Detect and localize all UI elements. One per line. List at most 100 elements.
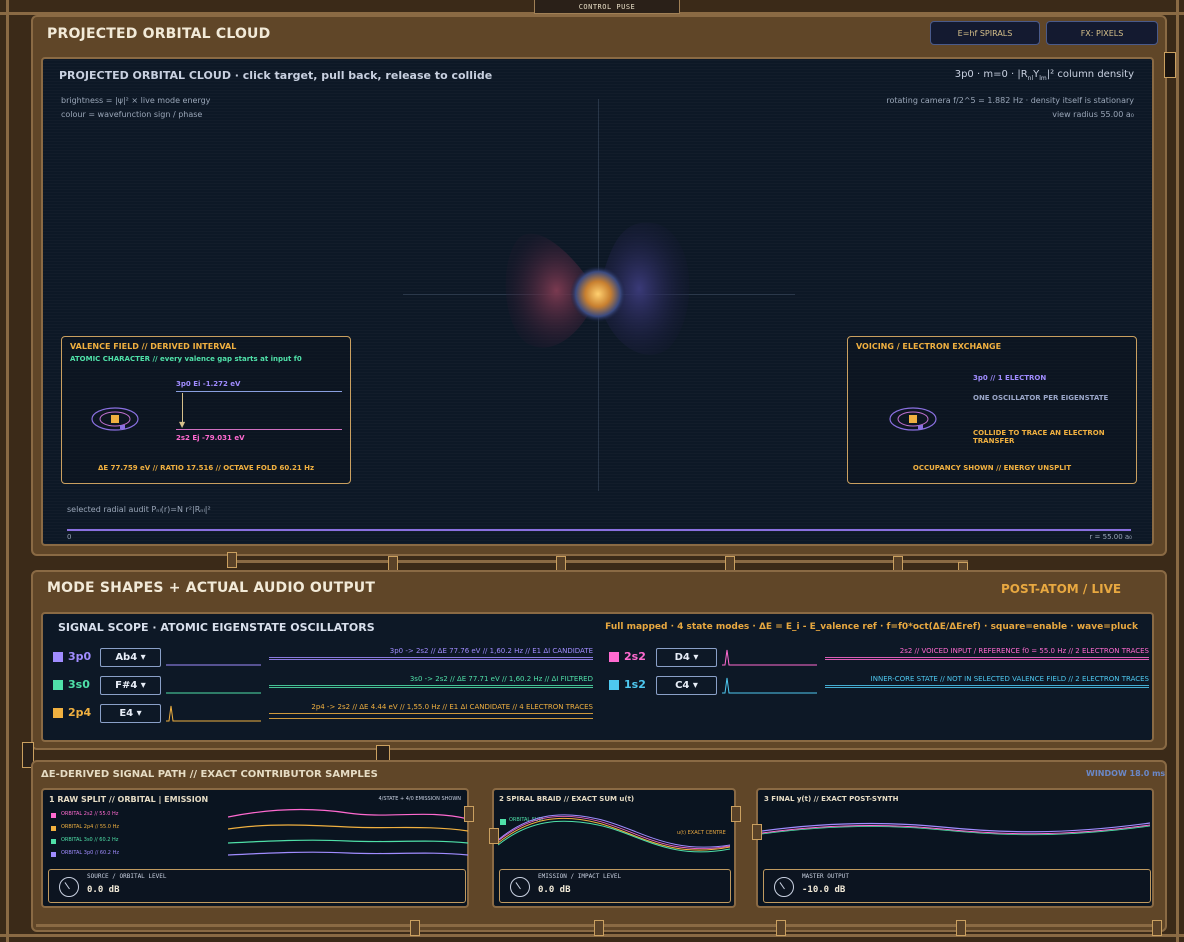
master-knob-value: -10.0 dB (802, 885, 846, 895)
background-wire (1176, 0, 1179, 942)
spiral-braid-panel: 2 SPIRAL BRAID // EXACT SUM u(t) ORBITAL… (492, 788, 736, 908)
raw-title: 1 RAW SPLIT // ORBITAL | EMISSION (49, 795, 209, 804)
scope-title: SIGNAL SCOPE · ATOMIC EIGENSTATE OSCILLA… (58, 621, 375, 634)
emission-knob-label: EMISSION / IMPACT LEVEL (538, 873, 622, 880)
mode-label-3p0: 3p0 (68, 650, 92, 663)
connector-peg (956, 920, 966, 936)
orbital-core (570, 266, 626, 322)
radial-audit-line (67, 529, 1131, 531)
final-title: 3 FINAL y(t) // EXACT POST-SYNTH (764, 795, 899, 803)
mode-trace (825, 685, 1149, 688)
spiral-centre: u(t) EXACT CENTRE (677, 830, 726, 836)
source-knob-label: SOURCE / ORBITAL LEVEL (87, 873, 167, 880)
voicing-title: VOICING / ELECTRON EXCHANGE (856, 342, 1002, 351)
valence-lower-label: 2s2 Ej -79.031 eV (176, 434, 245, 442)
mode-trace (269, 713, 593, 719)
density-text: 3p0 · m=0 · |R (954, 69, 1028, 80)
radial-axis-max: r = 55.00 a₀ (1089, 533, 1132, 541)
voicing-line4: OCCUPANCY SHOWN // ENERGY UNSPLIT (912, 464, 1072, 472)
mode-annotation: INNER-CORE STATE // NOT IN SELECTED VALE… (870, 675, 1149, 683)
raw-legend-swatch (51, 826, 56, 831)
note-select-3p0[interactable]: Ab4 ▾ (100, 648, 161, 667)
mini-scope (166, 705, 261, 722)
control-tab[interactable]: CONTROL PUSE (534, 0, 680, 14)
voicing-line3: COLLIDE TO TRACE AN ELECTRON TRANSFER (973, 429, 1105, 445)
background-wire (0, 934, 1184, 937)
raw-legend-swatch (51, 852, 56, 857)
valence-subtitle: ATOMIC CHARACTER // every valence gap st… (70, 355, 302, 363)
note-select-2s2[interactable]: D4 ▾ (656, 648, 717, 667)
voicing-line2: ONE OSCILLATOR PER EIGENSTATE (973, 394, 1109, 402)
valence-upper-line (176, 391, 342, 392)
note-select-1s2[interactable]: C4 ▾ (656, 676, 717, 695)
final-output-panel: 3 FINAL y(t) // EXACT POST-SYNTH MASTER … (756, 788, 1154, 908)
orbital-viewport[interactable]: PROJECTED ORBITAL CLOUD · click target, … (41, 57, 1154, 546)
scope-info: Full mapped · 4 state modes · ΔE = E_i -… (605, 622, 1138, 632)
emission-level-knob[interactable] (510, 877, 530, 897)
valence-card: VALENCE FIELD // DERIVED INTERVAL ATOMIC… (61, 336, 351, 484)
path-title: ΔE-DERIVED SIGNAL PATH // EXACT CONTRIBU… (41, 769, 378, 780)
master-knob-label: MASTER OUTPUT (802, 873, 849, 880)
mini-scope (166, 664, 261, 666)
atom-icon (91, 407, 139, 431)
background-wire (6, 0, 9, 942)
orbital-header: PROJECTED ORBITAL CLOUD · click target, … (59, 69, 493, 82)
source-knob-slot: SOURCE / ORBITAL LEVEL 0.0 dB (48, 869, 466, 903)
mode-toggle-1s2[interactable] (609, 680, 619, 690)
mini-scope (166, 692, 261, 694)
mini-scope (722, 649, 817, 666)
note-select-3s0[interactable]: F#4 ▾ (100, 676, 161, 695)
connector-peg (410, 920, 420, 936)
raw-legend-swatch (51, 813, 56, 818)
valence-lower-line (176, 429, 342, 430)
connector-peg (731, 806, 741, 822)
mode-label-2p4: 2p4 (68, 706, 92, 719)
master-knob-slot: MASTER OUTPUT -10.0 dB (763, 869, 1151, 903)
mode-trace (825, 657, 1149, 660)
density-label: 3p0 · m=0 · |RnlYlm|² column density (955, 69, 1134, 82)
mode-trace (269, 685, 593, 688)
mode-toggle-3s0[interactable] (53, 680, 63, 690)
emission-knob-value: 0.0 dB (538, 885, 571, 895)
mode-toggle-2p4[interactable] (53, 708, 63, 718)
note-select-2p4[interactable]: E4 ▾ (100, 704, 161, 723)
connector-peg (752, 824, 762, 840)
raw-legend-label: ORBITAL 3s0 // 60.2 Hz (61, 837, 119, 843)
connector-wire (232, 560, 968, 563)
mode-label-1s2: 1s2 (624, 678, 646, 691)
source-knob-value: 0.0 dB (87, 885, 120, 895)
mode-toggle-2s2[interactable] (609, 652, 619, 662)
side-slot[interactable] (1164, 52, 1176, 78)
raw-legend-label: ORBITAL 2p4 // 55.0 Hz (61, 824, 119, 830)
spiral-title: 2 SPIRAL BRAID // EXACT SUM u(t) (499, 795, 635, 803)
modes-panel-title: MODE SHAPES + ACTUAL AUDIO OUTPUT (47, 580, 376, 596)
final-waves (762, 822, 1150, 836)
mode-annotation: 2s2 // VOICED INPUT / REFERENCE f0 = 55.… (899, 647, 1149, 655)
master-output-knob[interactable] (774, 877, 794, 897)
raw-split-panel: 1 RAW SPLIT // ORBITAL | EMISSION 4/STAT… (41, 788, 469, 908)
valence-summary: ΔE 77.759 eV // RATIO 17.516 // OCTAVE F… (97, 464, 315, 472)
raw-legend-swatch (51, 839, 56, 844)
radial-axis-min: 0 (67, 533, 72, 541)
raw-legend-label: ORBITAL 3p0 // 60.2 Hz (61, 850, 119, 856)
pixels-button[interactable]: FX: PIXELS (1046, 21, 1158, 45)
colour-note: colour = wavefunction sign / phase (61, 110, 203, 119)
valence-title: VALENCE FIELD // DERIVED INTERVAL (70, 342, 237, 351)
density-end: |² column density (1046, 69, 1134, 80)
raw-note: 4/STATE + 4/0 EMISSION SHOWN (378, 796, 461, 802)
control-tab-label: CONTROL PUSE (578, 2, 636, 11)
connector-peg (227, 552, 237, 568)
mode-toggle-3p0[interactable] (53, 652, 63, 662)
spirals-button[interactable]: E=hf SPIRALS (930, 21, 1040, 45)
voicing-line1: 3p0 // 1 ELECTRON (973, 374, 1047, 382)
mini-scope (722, 677, 817, 694)
orbital-cloud[interactable] (498, 209, 698, 369)
path-window: WINDOW 18.0 ms (1086, 769, 1166, 778)
orbital-panel-title: PROJECTED ORBITAL CLOUD (47, 26, 271, 42)
mode-label-2s2: 2s2 (624, 650, 646, 663)
connector-peg (776, 920, 786, 936)
mode-label-3s0: 3s0 (68, 678, 90, 691)
brightness-note: brightness = |ψ|² × live mode energy (61, 96, 211, 105)
raw-waves (228, 808, 468, 856)
source-level-knob[interactable] (59, 877, 79, 897)
